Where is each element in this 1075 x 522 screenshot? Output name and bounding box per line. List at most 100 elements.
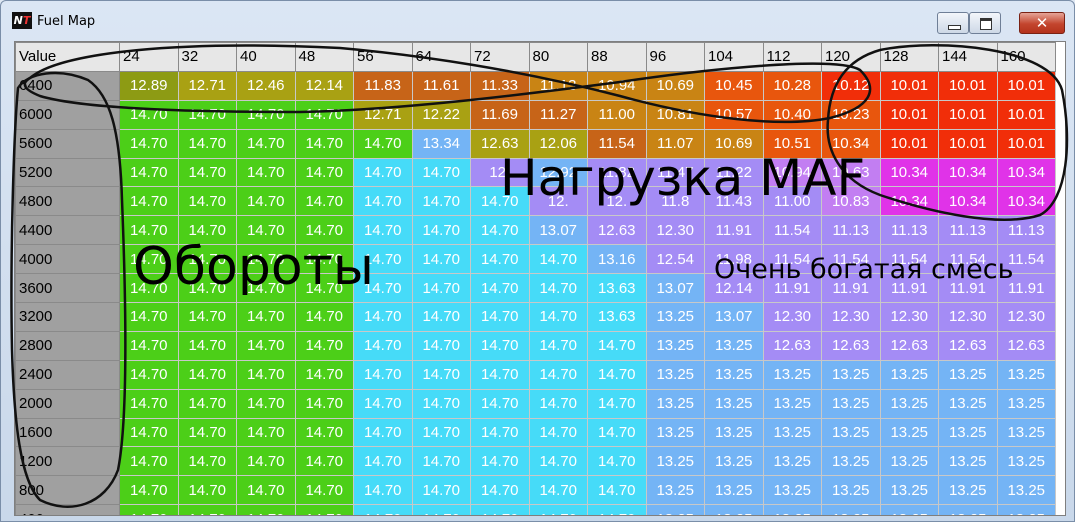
fuel-cell[interactable]: 14.70 (411, 359, 471, 390)
fuel-cell[interactable]: 14.70 (294, 99, 354, 130)
fuel-cell[interactable]: 14.70 (177, 504, 237, 515)
fuel-cell[interactable]: 14.70 (236, 446, 296, 477)
fuel-cell[interactable]: 13.25 (996, 417, 1056, 448)
fuel-cell[interactable]: 14.70 (294, 330, 354, 361)
fuel-cell[interactable]: 14.70 (411, 273, 471, 304)
fuel-cell[interactable]: 14.70 (528, 417, 588, 448)
fuel-cell[interactable]: 10.69 (645, 70, 705, 101)
fuel-cell[interactable]: 13.25 (762, 446, 822, 477)
fuel-cell[interactable]: 13.25 (879, 388, 939, 419)
fuel-cell[interactable]: 14.70 (294, 446, 354, 477)
fuel-cell[interactable]: 13.25 (762, 417, 822, 448)
fuel-cell[interactable]: 14.70 (119, 157, 179, 188)
fuel-cell[interactable]: 14.70 (353, 359, 413, 390)
fuel-cell[interactable]: 13.25 (938, 446, 998, 477)
fuel-cell[interactable]: 14.70 (470, 388, 530, 419)
fuel-cell[interactable]: 14.70 (411, 417, 471, 448)
fuel-cell[interactable]: 12.71 (353, 99, 413, 130)
fuel-cell[interactable]: 13.25 (704, 417, 764, 448)
fuel-cell[interactable]: 14.70 (177, 475, 237, 506)
fuel-cell[interactable]: 14.70 (294, 475, 354, 506)
fuel-cell[interactable]: 13.25 (879, 359, 939, 390)
fuel-cell[interactable]: 14.70 (528, 302, 588, 332)
fuel-cell[interactable]: 14.70 (528, 388, 588, 419)
fuel-cell[interactable]: 14.70 (587, 475, 647, 506)
fuel-cell[interactable]: 10.01 (996, 99, 1056, 130)
fuel-cell[interactable]: 14.70 (411, 302, 471, 332)
fuel-cell[interactable]: 14.70 (470, 215, 530, 246)
fuel-cell[interactable]: 14.70 (411, 388, 471, 419)
fuel-cell[interactable]: 11.13 (821, 215, 881, 246)
fuel-cell[interactable]: 14.70 (528, 273, 588, 304)
fuel-cell[interactable]: 14.70 (177, 128, 237, 159)
fuel-cell[interactable]: 14.70 (177, 330, 237, 361)
fuel-cell[interactable]: 13.25 (645, 388, 705, 419)
fuel-cell[interactable]: 14.70 (236, 359, 296, 390)
fuel-cell[interactable]: 11.00 (587, 99, 647, 130)
fuel-cell[interactable]: 13.07 (645, 273, 705, 304)
fuel-cell[interactable]: 10.34 (996, 186, 1056, 217)
fuel-cell[interactable]: 12.30 (996, 302, 1056, 332)
fuel-cell[interactable]: 14.70 (177, 388, 237, 419)
fuel-cell[interactable]: 14.70 (119, 475, 179, 506)
fuel-cell[interactable]: 14.70 (587, 504, 647, 515)
fuel-cell[interactable]: 14.70 (236, 417, 296, 448)
fuel-cell[interactable]: 14.70 (353, 417, 413, 448)
fuel-cell[interactable]: 13.25 (762, 359, 822, 390)
fuel-cell[interactable]: 10.34 (938, 186, 998, 217)
fuel-cell[interactable]: 12.30 (821, 302, 881, 332)
fuel-cell[interactable]: 13.25 (645, 417, 705, 448)
fuel-cell[interactable]: 13.25 (996, 446, 1056, 477)
fuel-cell[interactable]: 14.70 (411, 475, 471, 506)
fuel-cell[interactable]: 10.34 (996, 157, 1056, 188)
fuel-cell[interactable]: 14.70 (470, 446, 530, 477)
fuel-cell[interactable]: 12.22 (411, 99, 471, 130)
fuel-cell[interactable]: 14.70 (236, 128, 296, 159)
fuel-cell[interactable]: 11.13 (879, 215, 939, 246)
fuel-cell[interactable]: 14.70 (294, 504, 354, 515)
fuel-cell[interactable]: 13.25 (645, 359, 705, 390)
fuel-cell[interactable]: 14.70 (177, 446, 237, 477)
fuel-cell[interactable]: 14.70 (411, 446, 471, 477)
fuel-cell[interactable]: 12.63 (762, 330, 822, 361)
fuel-cell[interactable]: 13.25 (996, 388, 1056, 419)
fuel-cell[interactable]: 10.34 (879, 157, 939, 188)
fuel-cell[interactable]: 14.70 (411, 186, 471, 217)
fuel-cell[interactable]: 10.01 (879, 128, 939, 159)
fuel-cell[interactable]: 13.25 (996, 504, 1056, 515)
fuel-cell[interactable]: 10.01 (879, 70, 939, 101)
fuel-cell[interactable]: 13.25 (938, 475, 998, 506)
fuel-cell[interactable]: 14.70 (236, 157, 296, 188)
fuel-cell[interactable]: 14.70 (587, 330, 647, 361)
fuel-cell[interactable]: 14.70 (177, 302, 237, 332)
fuel-cell[interactable]: 13.25 (821, 504, 881, 515)
close-button[interactable]: ✕ (1019, 12, 1065, 34)
fuel-cell[interactable]: 13.07 (704, 302, 764, 332)
fuel-cell[interactable]: 14.70 (119, 417, 179, 448)
fuel-cell[interactable]: 13.25 (879, 504, 939, 515)
fuel-cell[interactable]: 12.63 (587, 215, 647, 246)
fuel-cell[interactable]: 14.70 (528, 359, 588, 390)
fuel-cell[interactable]: 13.63 (587, 302, 647, 332)
fuel-cell[interactable]: 14.70 (411, 330, 471, 361)
fuel-cell[interactable]: 14.70 (353, 186, 413, 217)
fuel-cell[interactable]: 13.25 (821, 417, 881, 448)
fuel-cell[interactable]: 14.70 (236, 388, 296, 419)
title-bar[interactable]: NT Fuel Map ✕ (1, 1, 1074, 41)
fuel-cell[interactable]: 14.70 (177, 359, 237, 390)
fuel-cell[interactable]: 10.34 (879, 186, 939, 217)
fuel-cell[interactable]: 11.13 (938, 215, 998, 246)
fuel-cell[interactable]: 13.25 (645, 330, 705, 361)
fuel-cell[interactable]: 13.25 (704, 504, 764, 515)
fuel-cell[interactable]: 14.70 (353, 504, 413, 515)
fuel-cell[interactable]: 14.70 (353, 388, 413, 419)
fuel-cell[interactable]: 13.25 (821, 359, 881, 390)
fuel-cell[interactable]: 13.25 (938, 504, 998, 515)
fuel-cell[interactable]: 14.70 (119, 446, 179, 477)
fuel-cell[interactable]: 14.70 (470, 302, 530, 332)
fuel-cell[interactable]: 14.70 (470, 475, 530, 506)
fuel-cell[interactable]: 13.25 (704, 475, 764, 506)
fuel-cell[interactable]: 14.70 (177, 186, 237, 217)
fuel-cell[interactable]: 10.45 (704, 70, 764, 101)
fuel-cell[interactable]: 11.33 (470, 70, 530, 101)
